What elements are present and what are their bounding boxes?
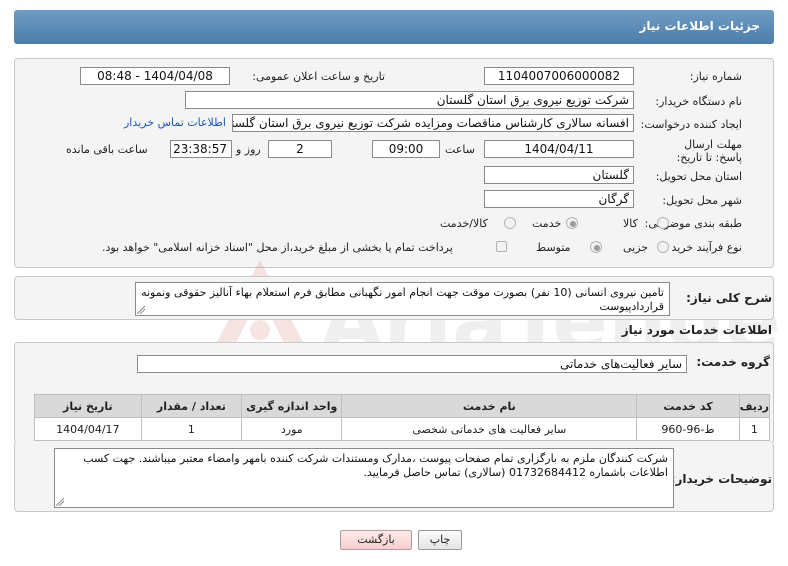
cell-unit: مورد	[241, 417, 343, 441]
city-field[interactable]: گرگان	[484, 190, 634, 208]
print-button[interactable]: چاپ	[418, 530, 462, 550]
creator-field[interactable]: افسانه سالاری کارشناس مناقصات ومزایده شر…	[232, 114, 634, 132]
category-radio-goods[interactable]	[657, 217, 669, 229]
back-button[interactable]: بازگشت	[340, 530, 412, 550]
category-option-goods-service: کالا/خدمت	[440, 217, 488, 230]
category-radio-goods-service[interactable]	[504, 217, 516, 229]
process-option-minor: جزیی	[623, 241, 649, 254]
summary-resize-icon[interactable]	[137, 306, 145, 314]
province-label: استان محل تحویل:	[655, 170, 742, 183]
remaining-time-field[interactable]: 23:38:57	[170, 140, 232, 158]
services-table: ردیف کد خدمت نام خدمت واحد اندازه گیری ت…	[34, 394, 771, 441]
deadline-label: مهلت ارسال پاسخ: تا تاریخ:	[676, 138, 742, 164]
services-section-title: اطلاعات خدمات مورد نیاز	[621, 323, 772, 337]
buyer-contact-link[interactable]: اطلاعات تماس خریدار	[124, 116, 226, 129]
process-option-medium: متوسط	[536, 241, 571, 254]
cell-row-number: 1	[738, 417, 771, 441]
need-number-label: شماره نیاز:	[689, 70, 742, 83]
col-row-number: ردیف	[738, 394, 771, 418]
buyer-org-label: نام دستگاه خریدار:	[655, 95, 742, 108]
treasury-note: پرداخت تمام یا بخشی از مبلغ خرید،از محل …	[102, 241, 453, 254]
buyer-notes-resize-icon[interactable]	[56, 498, 64, 506]
cell-service-code: ط-96-960	[636, 417, 740, 441]
col-need-date: تاریخ نیاز	[34, 394, 142, 418]
summary-label: شرح کلی نیاز:	[686, 291, 772, 305]
buyer-notes-textarea[interactable]: شرکت کنندگان ملزم به بارگزاری تمام صفحات…	[54, 448, 674, 508]
announce-datetime-field[interactable]: 1404/04/08 - 08:48	[80, 67, 230, 85]
need-number-field[interactable]: 1104007006000082	[484, 67, 634, 85]
col-quantity: تعداد / مقدار	[140, 394, 243, 418]
process-type-label: نوع فرآیند خرید :	[664, 241, 742, 254]
city-label: شهر محل تحویل:	[662, 194, 742, 207]
deadline-time-field[interactable]: 09:00	[372, 140, 440, 158]
treasury-checkbox[interactable]	[496, 241, 507, 252]
province-field[interactable]: گلستان	[484, 166, 634, 184]
col-service-name: نام خدمت	[341, 394, 638, 418]
service-group-field[interactable]: سایر فعالیت‌های خدماتی	[137, 355, 687, 373]
service-group-label: گروه خدمت:	[696, 355, 770, 369]
cell-service-name: سایر فعالیت های خدماتی شخصی	[341, 417, 638, 441]
process-radio-medium[interactable]	[590, 241, 602, 253]
days-label: روز و	[236, 143, 261, 156]
deadline-date-field[interactable]: 1404/04/11	[484, 140, 634, 158]
col-unit: واحد اندازه گیری	[241, 394, 343, 418]
buyer-org-field[interactable]: شرکت توزیع نیروی برق استان گلستان	[185, 91, 634, 109]
summary-textarea[interactable]: تامین نیروی انسانی (10 نفر) بصورت موقت ج…	[135, 282, 670, 316]
deadline-time-label: ساعت	[445, 143, 475, 156]
process-radio-minor[interactable]	[657, 241, 669, 253]
announce-datetime-label: تاریخ و ساعت اعلان عمومی:	[252, 70, 385, 83]
category-radio-service[interactable]	[566, 217, 578, 229]
table-row: 1 ط-96-960 سایر فعالیت های خدماتی شخصی م…	[34, 417, 771, 441]
page-title: جزئیات اطلاعات نیاز	[639, 19, 760, 33]
remaining-label: ساعت باقی مانده	[66, 143, 148, 156]
services-table-header: ردیف کد خدمت نام خدمت واحد اندازه گیری ت…	[34, 394, 771, 418]
cell-quantity: 1	[140, 417, 243, 441]
col-service-code: کد خدمت	[636, 394, 740, 418]
category-option-goods: کالا	[623, 217, 638, 230]
buyer-notes-label: توضیحات خریدار:	[670, 472, 772, 486]
category-option-service: خدمت	[532, 217, 562, 230]
creator-label: ایجاد کننده درخواست:	[640, 118, 742, 131]
cell-need-date: 1404/04/17	[34, 417, 142, 441]
remaining-days-field[interactable]: 2	[268, 140, 332, 158]
page-header: جزئیات اطلاعات نیاز	[14, 10, 774, 44]
